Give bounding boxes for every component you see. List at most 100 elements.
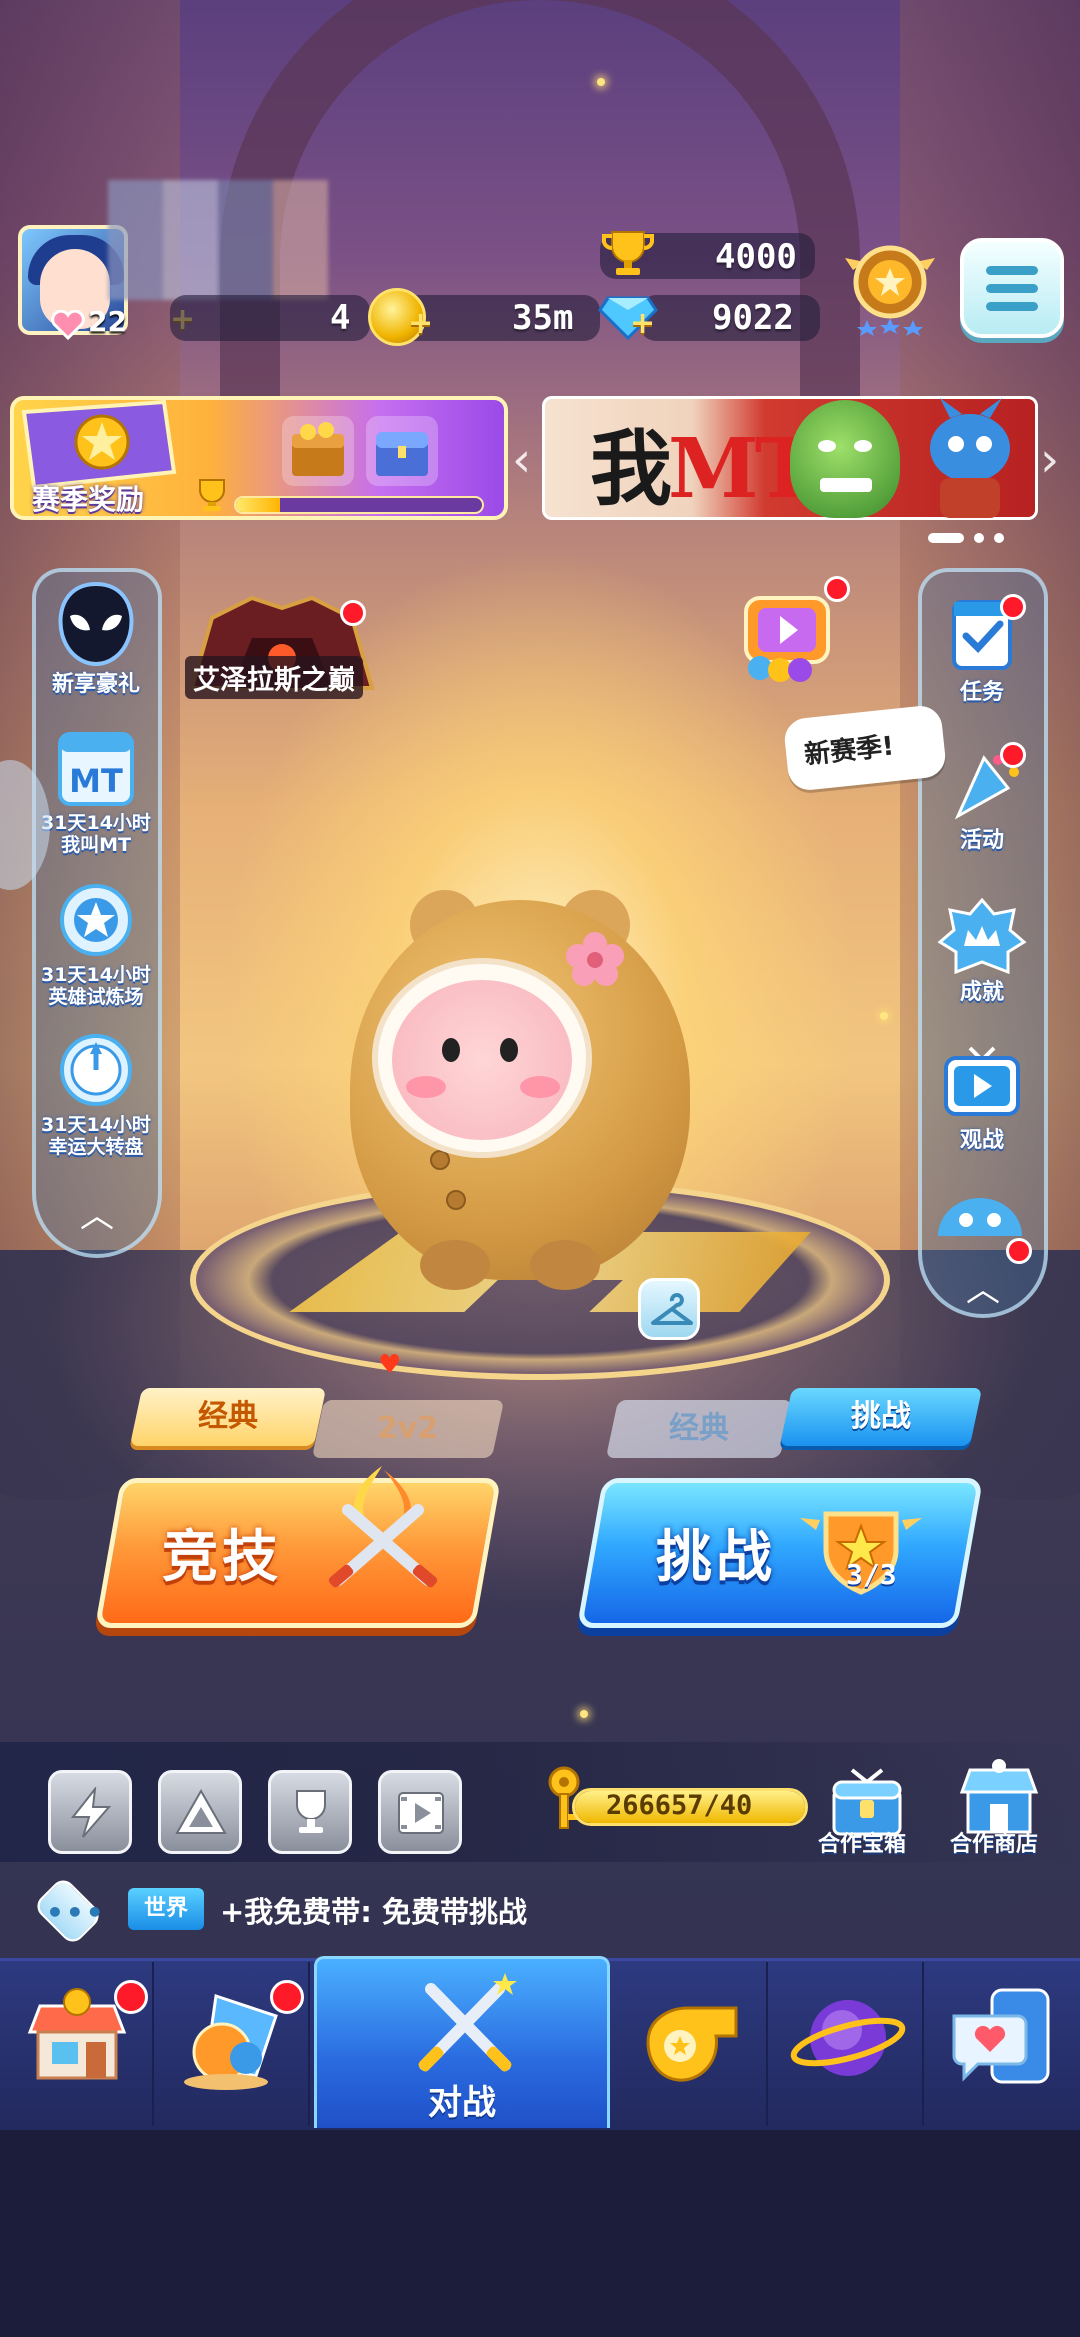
coop-shop-label: 合作商店 — [950, 1832, 1039, 1857]
gem-count: 9022 — [712, 298, 794, 338]
add-gems-icon[interactable]: + — [630, 306, 655, 341]
tab-label: 经典 — [198, 1399, 258, 1434]
boss-event-label: 艾泽拉斯之巅 — [185, 656, 363, 699]
season-trophy-icon — [199, 479, 225, 511]
right-item-achievements[interactable]: 成就 — [912, 896, 1052, 1006]
tv-play-icon — [944, 1046, 1020, 1116]
season-reward-label: 赛季奖励 — [32, 483, 145, 516]
trophy-cup-icon — [296, 1790, 326, 1833]
goblin-eye — [818, 440, 836, 452]
right-item-label: 成就 — [959, 980, 1004, 1005]
season-progress-fill — [236, 498, 281, 512]
tab-2v2[interactable]: 2v2 — [311, 1400, 505, 1458]
trophy-count: 4000 — [715, 237, 797, 277]
banner-title-main: 我 — [590, 421, 672, 517]
heart-level-icon — [51, 310, 85, 340]
banner-page-dots — [928, 528, 1014, 547]
challenge-attempts: 3/3 — [846, 1558, 897, 1591]
add-coins-icon[interactable]: + — [408, 306, 433, 341]
tool-button-boost[interactable] — [48, 1770, 132, 1854]
boss-event-badge — [340, 600, 366, 626]
goblin-character — [790, 400, 900, 518]
banner-next-arrow[interactable]: › — [1040, 432, 1059, 488]
banner-prev-arrow[interactable]: ‹ — [512, 432, 531, 488]
rank-badge-icon[interactable] — [843, 240, 937, 336]
tool-button-trophy[interactable] — [268, 1770, 352, 1854]
svg-text:MT: MT — [69, 762, 123, 800]
nav-whistle[interactable] — [614, 1962, 768, 2126]
player-name-pixelated — [108, 180, 328, 300]
nav-battle[interactable]: 对战 — [314, 1956, 610, 2128]
goblin-eye — [854, 440, 872, 452]
activities-badge — [1000, 742, 1026, 768]
tool-button-rank[interactable] — [158, 1770, 242, 1854]
fire-heart-icon: ♥ — [378, 1350, 402, 1380]
right-item-label: 任务 — [959, 680, 1004, 705]
right-panel-collapse-chevron[interactable]: ︿ — [948, 1262, 1018, 1311]
pet-leg — [530, 1240, 600, 1290]
left-item-timer: 31天14小时 — [41, 964, 151, 986]
pet-button — [446, 1190, 466, 1210]
pet-face — [392, 980, 572, 1140]
menu-line — [986, 266, 1038, 275]
trophy-icon — [602, 231, 654, 275]
banner-page-dot[interactable] — [994, 533, 1004, 543]
right-item-label: 观战 — [959, 1128, 1004, 1153]
right-item-spectate[interactable]: 观战 — [912, 1044, 1052, 1154]
nav-social[interactable] — [926, 1962, 1080, 2126]
video-reward-badge — [824, 576, 850, 602]
blue-fish-character — [930, 398, 1010, 518]
left-item-label: 英雄试炼场 — [48, 986, 144, 1008]
left-item-timer: 31天14小时 — [41, 1114, 151, 1136]
tab-classic-challenge[interactable]: 经典 — [605, 1400, 793, 1458]
key-progress-text: 266657/40 — [606, 1790, 753, 1821]
chat-latest-message[interactable]: +我免费带: 免费带挑战 — [220, 1889, 527, 1931]
tab-challenge[interactable]: 挑战 — [779, 1388, 983, 1446]
extra-menu-badge — [1006, 1238, 1032, 1264]
pet-leg — [420, 1240, 490, 1290]
nav-shop-badge — [114, 1980, 148, 2014]
tasks-badge — [1000, 594, 1026, 620]
nav-planet[interactable] — [770, 1962, 924, 2126]
menu-line — [986, 284, 1038, 293]
season-progress-bar — [234, 496, 484, 514]
sparkle — [880, 1012, 888, 1020]
hanger-icon — [651, 1293, 693, 1325]
menu-line — [986, 302, 1038, 311]
tab-label: 2v2 — [377, 1411, 439, 1446]
banner-title: 我MT — [590, 402, 816, 521]
nav-collection-badge — [270, 1980, 304, 2014]
banner-page-dot[interactable] — [974, 533, 984, 543]
planet-icon — [790, 2000, 906, 2076]
lightning-icon — [70, 1787, 112, 1838]
left-item-label: 幸运大转盘 — [48, 1136, 144, 1158]
wardrobe-button[interactable] — [638, 1278, 700, 1340]
left-item-hero-trial[interactable]: 31天14小时 英雄试炼场 — [26, 880, 166, 1008]
energy-count: 4 — [330, 298, 351, 338]
banner-page-dot[interactable] — [928, 533, 964, 543]
mt-calendar-icon: MT — [58, 732, 134, 806]
tab-label: 经典 — [669, 1411, 729, 1446]
tab-label: 挑战 — [851, 1399, 911, 1434]
chat-channel-tag[interactable]: 世界 — [128, 1888, 204, 1930]
left-item-new-gift[interactable]: 新享豪礼 — [26, 578, 166, 698]
chat-dots-icon: ••• — [46, 1896, 106, 1929]
extra-menu-icon[interactable] — [932, 1196, 1028, 1236]
sparkle — [580, 1710, 588, 1718]
left-panel-collapse-chevron[interactable]: ︿ — [62, 1188, 132, 1237]
right-item-label: 活动 — [959, 828, 1004, 853]
pet-blush — [406, 1076, 446, 1098]
goblin-teeth — [820, 478, 872, 492]
coop-chest-label: 合作宝箱 — [818, 1832, 907, 1857]
left-item-label: 新享豪礼 — [51, 672, 140, 697]
bottom-area — [0, 2130, 1080, 2337]
tool-button-replay[interactable] — [378, 1770, 462, 1854]
compete-button-label: 竞技 — [162, 1525, 282, 1590]
tab-classic-compete[interactable]: 经典 — [129, 1388, 327, 1446]
chat-phone-icon — [952, 1988, 1050, 2084]
menu-button[interactable] — [960, 238, 1064, 338]
right-item-tasks[interactable]: 任务 — [912, 596, 1052, 706]
season-chest-blue-icon — [366, 416, 438, 486]
left-item-lucky-wheel[interactable]: 31天14小时 幸运大转盘 — [26, 1030, 166, 1158]
coin-count: 35m — [512, 298, 574, 338]
